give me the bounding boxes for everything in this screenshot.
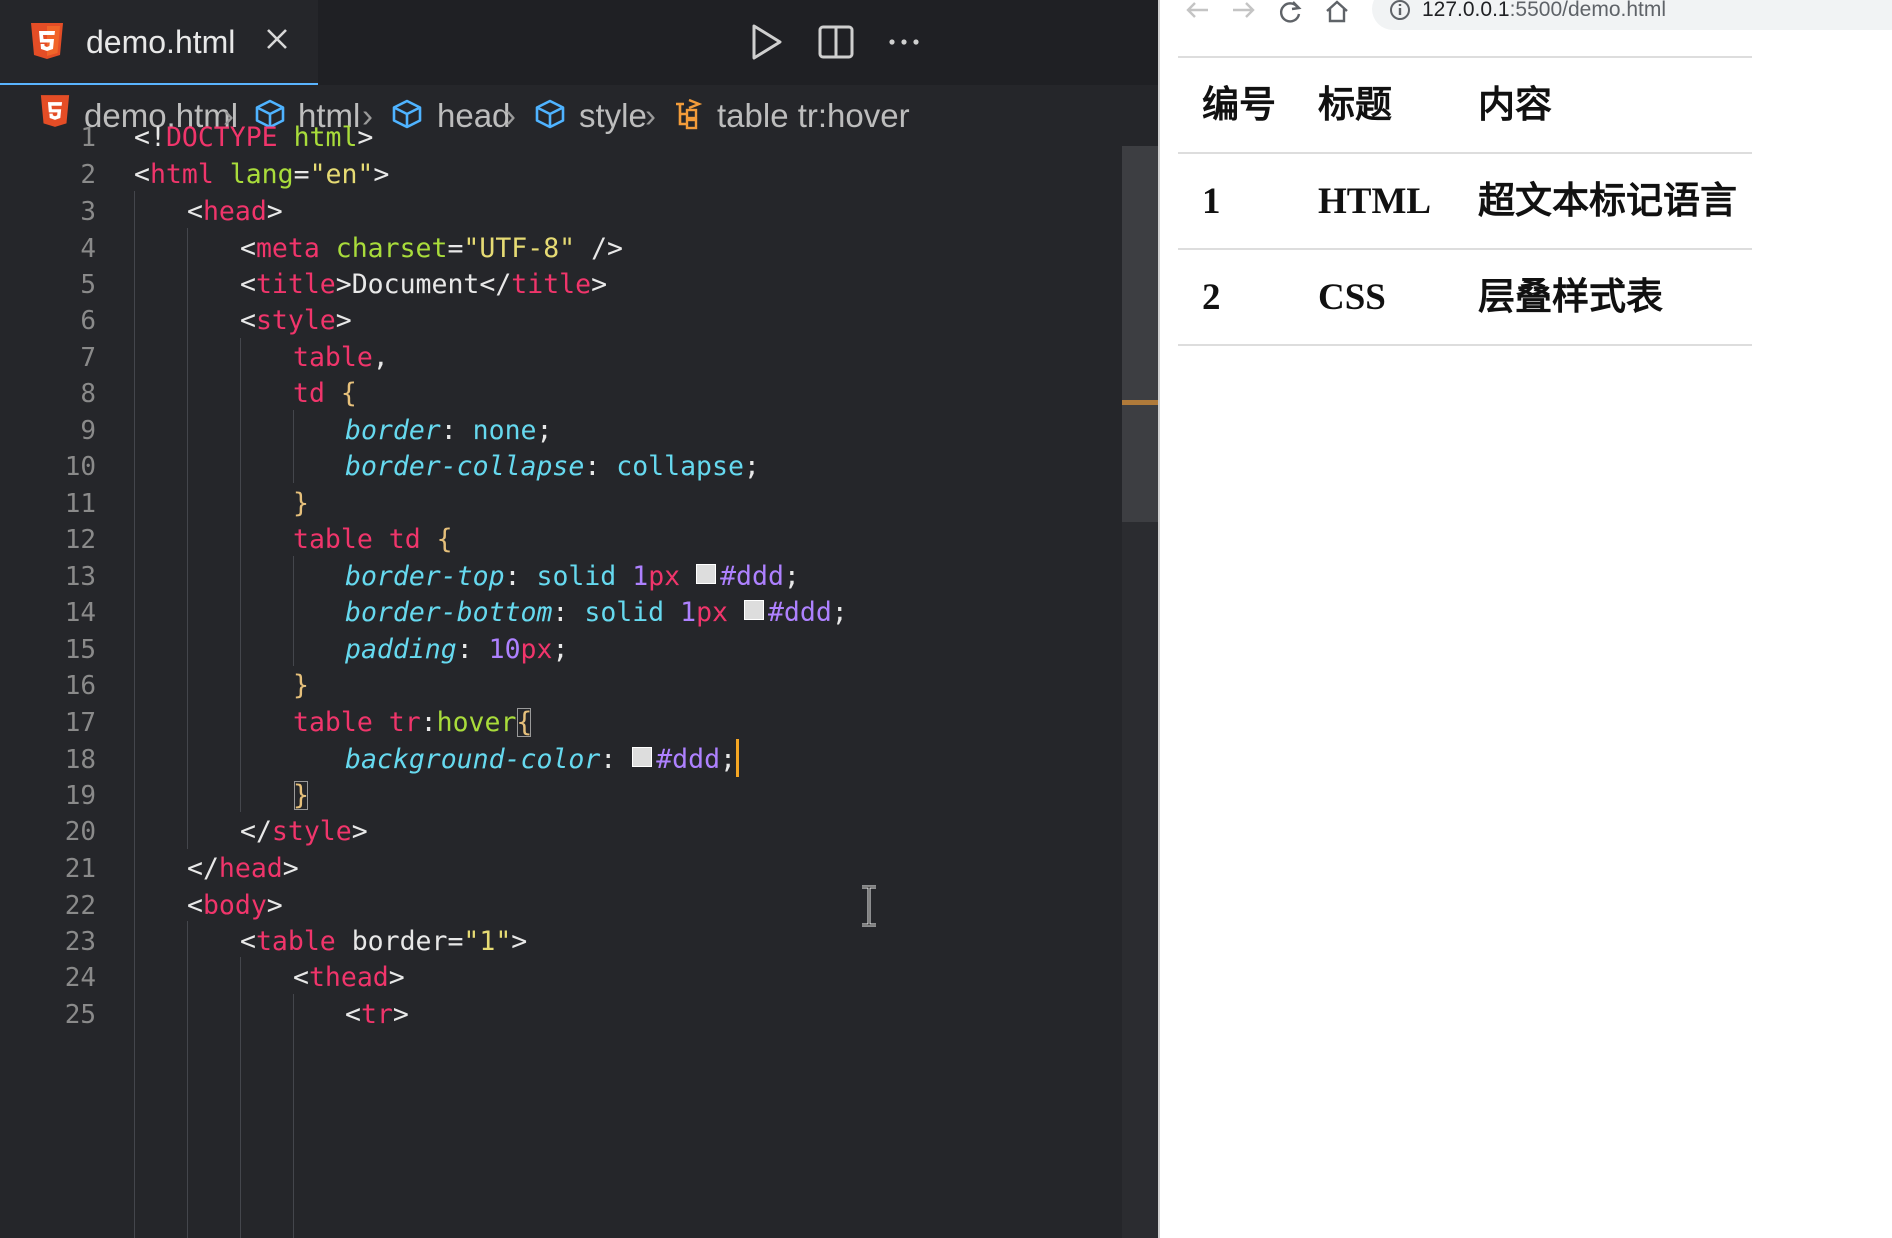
more-icon[interactable] (882, 20, 926, 64)
breadcrumb-item-head[interactable]: head (437, 96, 510, 136)
color-swatch[interactable] (743, 600, 764, 620)
indent-guide (240, 957, 241, 1238)
table-cell: 1 (1202, 181, 1221, 222)
indent-guide (187, 921, 188, 1238)
browser-toolbar: 127.0.0.1:5500/demo.html (1160, 0, 1892, 38)
table-header-cell: 内容 (1478, 85, 1552, 126)
tab-demo-html[interactable]: demo.html (0, 0, 318, 85)
table-cell: 超文本标记语言 (1478, 181, 1737, 222)
code-line[interactable]: background-color: #ddd; (345, 738, 740, 782)
close-icon[interactable] (262, 24, 292, 54)
chevron-right-icon: › (505, 97, 516, 134)
run-icon[interactable] (744, 20, 788, 64)
table-border (1178, 248, 1752, 250)
css-selector-icon (676, 98, 703, 130)
code-line[interactable]: border-collapse: collapse; (345, 445, 760, 489)
back-icon[interactable] (1182, 0, 1212, 24)
indent-guide (240, 338, 241, 812)
text-cursor (736, 739, 740, 777)
chevron-right-icon: › (645, 97, 656, 134)
scrollbar-cursor-marker (1122, 400, 1158, 405)
scrollbar-thumb[interactable] (1122, 146, 1158, 522)
indent-guide (134, 191, 135, 1238)
table-header-cell: 标题 (1318, 85, 1392, 126)
code-editor[interactable]: demo.html demo.html › html › head › styl… (0, 0, 1158, 1238)
ibeam-cursor-icon (862, 885, 876, 927)
html5-icon (31, 23, 63, 59)
breadcrumb-item-selector[interactable]: table tr:hover (717, 96, 910, 136)
indent-guide (293, 410, 294, 483)
table-border (1178, 152, 1752, 154)
table-border (1178, 56, 1752, 58)
info-icon[interactable] (1388, 0, 1412, 22)
indent-guide (293, 556, 294, 666)
color-swatch[interactable] (632, 747, 653, 767)
tab-label: demo.html (86, 24, 236, 60)
line-number: 25 (64, 1000, 96, 1030)
reload-icon[interactable] (1276, 0, 1306, 24)
url-text: 127.0.0.1:5500/demo.html (1422, 0, 1666, 22)
color-swatch[interactable] (696, 564, 717, 584)
indent-guide (293, 994, 294, 1238)
code-line[interactable]: padding: 10px; (345, 628, 568, 672)
bracket-match: { (516, 707, 533, 738)
cube-icon (392, 99, 422, 129)
url-path: :5500/demo.html (1509, 0, 1667, 21)
cube-icon (535, 99, 565, 129)
bracket-match: } (293, 780, 309, 811)
table-header-cell: 编号 (1202, 85, 1276, 126)
url-host: 127.0.0.1 (1422, 0, 1510, 21)
home-icon[interactable] (1322, 0, 1352, 24)
breadcrumb-item-style[interactable]: style (579, 96, 647, 136)
table-cell: 层叠样式表 (1478, 277, 1663, 318)
code-line[interactable]: <tr> (345, 993, 409, 1037)
table-cell: HTML (1318, 181, 1432, 222)
table-cell: 2 (1202, 277, 1221, 318)
forward-icon[interactable] (1229, 0, 1259, 24)
split-editor-icon[interactable] (814, 20, 858, 64)
table-border (1178, 344, 1752, 346)
table-cell: CSS (1318, 277, 1386, 318)
tab-bar: demo.html (0, 0, 1158, 85)
indent-guide (187, 228, 188, 849)
browser-preview: 127.0.0.1:5500/demo.html 编号 标题 内容 1 HTML… (1158, 0, 1892, 1238)
